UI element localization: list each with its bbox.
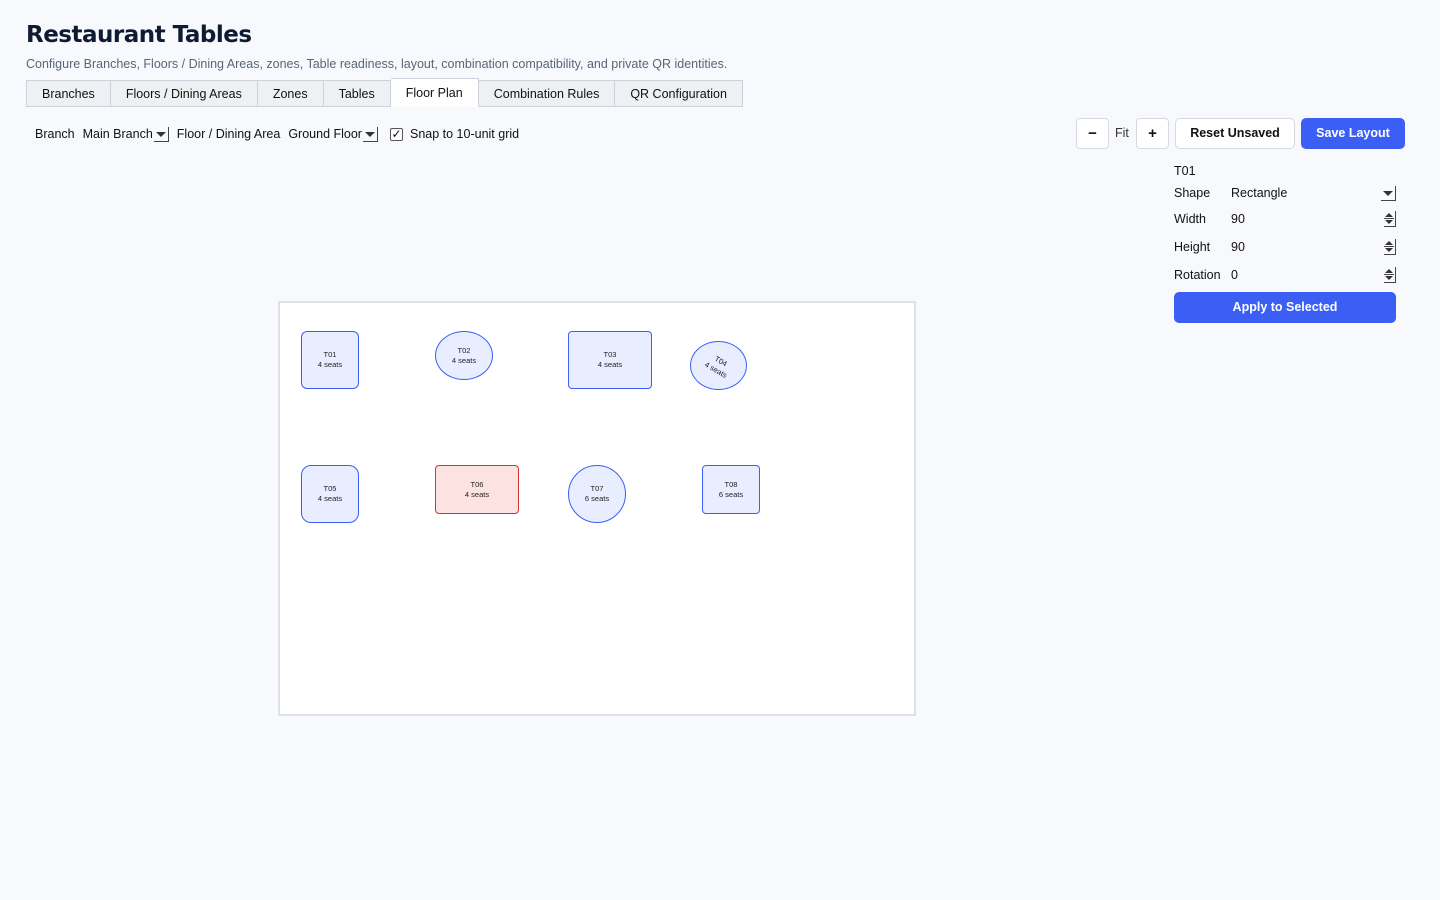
table-seats: 4 seats xyxy=(597,360,623,369)
zoom-fit-button[interactable]: Fit xyxy=(1115,126,1129,140)
table-seats: 4 seats xyxy=(451,355,477,365)
save-layout-button[interactable]: Save Layout xyxy=(1301,118,1405,149)
tab-qr-configuration[interactable]: QR Configuration xyxy=(615,80,743,107)
table-seats: 4 seats xyxy=(317,360,343,369)
table-id: T06 xyxy=(470,479,484,489)
tab-bar: Branches Floors / Dining Areas Zones Tab… xyxy=(26,78,743,107)
shape-select[interactable]: Rectangle xyxy=(1229,186,1381,200)
width-input[interactable]: 90 xyxy=(1229,212,1384,226)
chevron-down-icon xyxy=(362,126,378,142)
floor-select-value: Ground Floor xyxy=(288,127,362,141)
table-seats: 4 seats xyxy=(464,489,490,499)
height-label: Height xyxy=(1174,240,1211,254)
table-id: T01 xyxy=(323,350,337,359)
table-t08[interactable]: T08 6 seats xyxy=(702,465,760,514)
rotation-input[interactable]: 0 xyxy=(1229,268,1384,282)
table-t01[interactable]: T01 4 seats xyxy=(301,331,359,389)
tab-floors[interactable]: Floors / Dining Areas xyxy=(110,80,258,107)
zoom-out-button[interactable]: − xyxy=(1076,118,1109,149)
tab-branches[interactable]: Branches xyxy=(26,80,111,107)
table-t05[interactable]: T05 4 seats xyxy=(301,465,359,523)
height-stepper-icon[interactable] xyxy=(1384,239,1396,255)
chevron-down-icon[interactable] xyxy=(1381,185,1396,201)
chevron-down-icon xyxy=(153,126,169,142)
tab-zones[interactable]: Zones xyxy=(257,80,324,107)
height-input[interactable]: 90 xyxy=(1229,240,1384,254)
rotation-row: Rotation 0 xyxy=(1174,264,1396,286)
width-stepper-icon[interactable] xyxy=(1384,211,1396,227)
table-seats: 6 seats xyxy=(584,494,610,503)
rotation-label: Rotation xyxy=(1174,268,1221,282)
table-t04[interactable]: T04 4 seats xyxy=(690,341,747,390)
reset-unsaved-button[interactable]: Reset Unsaved xyxy=(1175,118,1295,149)
tab-combination-rules[interactable]: Combination Rules xyxy=(478,80,616,107)
floor-select[interactable]: Ground Floor xyxy=(288,126,378,142)
page-title: Restaurant Tables xyxy=(26,22,252,48)
tab-floor-plan[interactable]: Floor Plan xyxy=(390,78,479,107)
width-label: Width xyxy=(1174,212,1206,226)
table-t07[interactable]: T07 6 seats xyxy=(568,465,626,523)
page-subtitle: Configure Branches, Floors / Dining Area… xyxy=(26,57,728,71)
table-id: T03 xyxy=(603,350,617,359)
tab-tables[interactable]: Tables xyxy=(323,80,391,107)
table-t03[interactable]: T03 4 seats xyxy=(568,331,652,389)
snap-grid-label: Snap to 10-unit grid xyxy=(409,127,520,141)
selected-table-id: T01 xyxy=(1174,164,1196,178)
height-row: Height 90 xyxy=(1174,236,1396,258)
floor-plan-canvas[interactable]: T01 4 seats T02 4 seats T03 4 seats T04 … xyxy=(278,301,916,716)
table-seats: 4 seats xyxy=(317,494,343,503)
table-seats: 6 seats xyxy=(718,489,744,499)
zoom-in-button[interactable]: + xyxy=(1136,118,1169,149)
branch-select[interactable]: Main Branch xyxy=(82,126,169,142)
shape-label: Shape xyxy=(1174,186,1211,200)
rotation-stepper-icon[interactable] xyxy=(1384,267,1396,283)
table-id: T08 xyxy=(724,479,738,489)
table-id: T02 xyxy=(457,345,471,355)
snap-grid-checkbox[interactable]: ✓ xyxy=(389,127,403,141)
width-row: Width 90 xyxy=(1174,208,1396,230)
table-t02[interactable]: T02 4 seats xyxy=(435,331,493,380)
table-id: T07 xyxy=(590,484,604,493)
table-t06[interactable]: T06 4 seats xyxy=(435,465,519,514)
shape-row: Shape Rectangle xyxy=(1174,182,1396,204)
apply-to-selected-button[interactable]: Apply to Selected xyxy=(1174,292,1396,323)
table-id: T05 xyxy=(323,484,337,493)
floor-plan-toolbar: Branch Main Branch Floor / Dining Area G… xyxy=(35,124,519,144)
branch-select-value: Main Branch xyxy=(82,127,153,141)
floor-label: Floor / Dining Area xyxy=(176,127,281,141)
branch-label: Branch xyxy=(35,127,75,141)
